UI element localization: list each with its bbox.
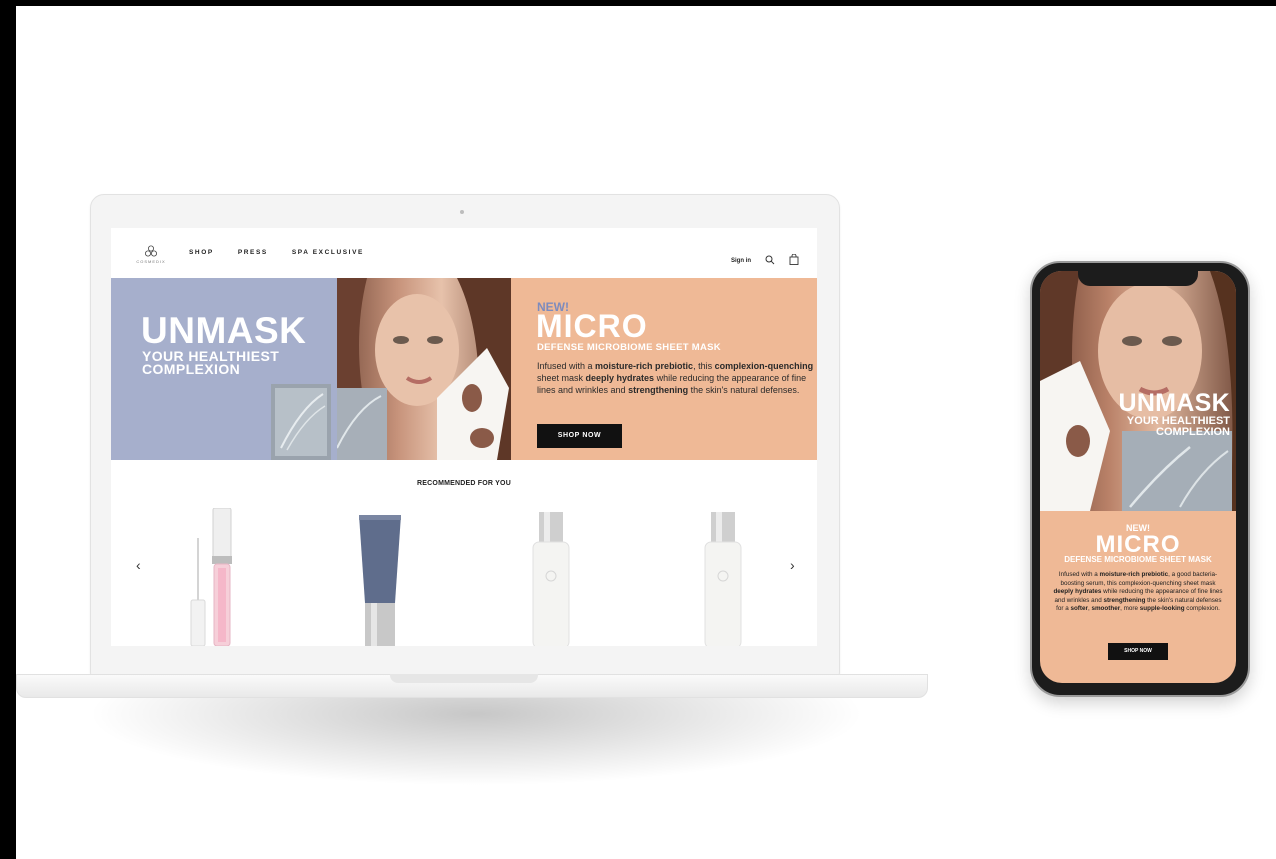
serum-bottle-image bbox=[532, 512, 570, 646]
nav-item-press[interactable]: PRESS bbox=[238, 249, 268, 256]
laptop-screen: COSMEDIX SHOP PRESS SPA EXCLUSIVE Sign i… bbox=[111, 228, 817, 646]
main-nav: SHOP PRESS SPA EXCLUSIVE bbox=[189, 249, 364, 256]
phone-subtitle-line-2: COMPLEXION bbox=[1156, 426, 1230, 438]
hero-unmask-title: UNMASK bbox=[141, 310, 307, 351]
hero-micro-subtitle: DEFENSE MICROBIOME SHEET MASK bbox=[537, 342, 721, 353]
desc-bold: smoother bbox=[1091, 605, 1121, 613]
carousel-next-button[interactable]: › bbox=[790, 557, 795, 573]
desc-text: Infused with a bbox=[1058, 571, 1100, 578]
site-header: COSMEDIX SHOP PRESS SPA EXCLUSIVE Sign i… bbox=[111, 228, 817, 279]
desc-text: , more bbox=[1120, 605, 1140, 613]
tube-cream-image bbox=[359, 515, 401, 646]
carousel-prev-button[interactable]: ‹ bbox=[136, 557, 141, 573]
phone-screen: UNMASK YOUR HEALTHIEST COMPLEXION NEW! M… bbox=[1040, 271, 1236, 683]
recommended-title: RECOMMENDED FOR YOU bbox=[417, 480, 511, 487]
desc-bold: complexion-quenching bbox=[714, 361, 814, 371]
serum-bottle-image bbox=[704, 512, 742, 646]
laptop-notch bbox=[390, 674, 538, 683]
hero-left-panel: UNMASK YOUR HEALTHIEST COMPLEXION bbox=[111, 278, 337, 460]
mockup-canvas: COSMEDIX SHOP PRESS SPA EXCLUSIVE Sign i… bbox=[16, 6, 1276, 859]
desc-text: sheet mask bbox=[537, 373, 586, 383]
logo-text: COSMEDIX bbox=[136, 259, 166, 264]
phone-notch bbox=[1078, 270, 1198, 286]
phone-unmask-subtitle: YOUR HEALTHIEST COMPLEXION bbox=[1127, 416, 1230, 438]
shopping-bag-icon[interactable] bbox=[789, 252, 799, 270]
desc-bold: strengthening bbox=[1103, 596, 1146, 604]
product-box-image bbox=[271, 384, 331, 460]
product-serum-bottle-1[interactable] bbox=[531, 512, 571, 646]
phone-model-photo: UNMASK YOUR HEALTHIEST COMPLEXION bbox=[1040, 271, 1236, 511]
desc-bold: deeply hydrates bbox=[585, 373, 655, 383]
shop-now-button[interactable]: SHOP NOW bbox=[537, 424, 622, 448]
hero-unmask-subtitle: YOUR HEALTHIEST COMPLEXION bbox=[142, 349, 279, 377]
product-serum-bottle-2[interactable] bbox=[703, 512, 743, 646]
phone-shop-now-button[interactable]: SHOP NOW bbox=[1108, 643, 1168, 660]
laptop-camera bbox=[460, 210, 464, 214]
desc-bold: moisture-rich prebiotic bbox=[595, 361, 694, 371]
hero-description: Infused with a moisture-rich prebiotic, … bbox=[537, 360, 817, 396]
lip-gloss-image bbox=[190, 507, 232, 646]
hero-subtitle-line-2: COMPLEXION bbox=[142, 361, 241, 377]
desc-bold: supple-looking bbox=[1139, 605, 1185, 613]
product-lip-gloss[interactable] bbox=[187, 507, 239, 646]
brand-logo[interactable]: COSMEDIX bbox=[135, 245, 167, 264]
logo-icon bbox=[145, 245, 157, 257]
model-face-image bbox=[337, 278, 511, 460]
hero-right-panel: NEW! MICRO DEFENSE MICROBIOME SHEET MASK… bbox=[511, 278, 817, 460]
desc-text: the skin's natural defenses. bbox=[688, 385, 800, 395]
nav-item-shop[interactable]: SHOP bbox=[189, 249, 214, 256]
laptop-shadow bbox=[86, 696, 866, 786]
search-icon[interactable] bbox=[765, 252, 775, 270]
desc-text: complexion. bbox=[1184, 605, 1220, 613]
nav-item-spa-exclusive[interactable]: SPA EXCLUSIVE bbox=[292, 249, 364, 256]
hero-micro-title: MICRO bbox=[536, 308, 648, 344]
desc-text: , this bbox=[693, 361, 715, 371]
hero-model-photo bbox=[337, 278, 511, 460]
desc-bold: moisture-rich prebiotic bbox=[1099, 571, 1169, 578]
desc-bold: strengthening bbox=[628, 385, 689, 395]
desc-bold: softer bbox=[1070, 605, 1088, 613]
hero-banner: UNMASK YOUR HEALTHIEST COMPLEXION NEW! M… bbox=[111, 278, 817, 460]
phone-unmask-title: UNMASK bbox=[1118, 389, 1230, 417]
desc-bold: deeply hydrates bbox=[1053, 588, 1102, 596]
phone-micro-subtitle: DEFENSE MICROBIOME SHEET MASK bbox=[1064, 555, 1212, 564]
desc-text: Infused with a bbox=[537, 361, 596, 371]
signin-link[interactable]: Sign in bbox=[731, 258, 751, 264]
phone-description: Infused with a moisture-rich prebiotic , … bbox=[1052, 571, 1224, 614]
product-tube-cream[interactable] bbox=[357, 513, 403, 646]
header-actions: Sign in bbox=[731, 252, 799, 270]
